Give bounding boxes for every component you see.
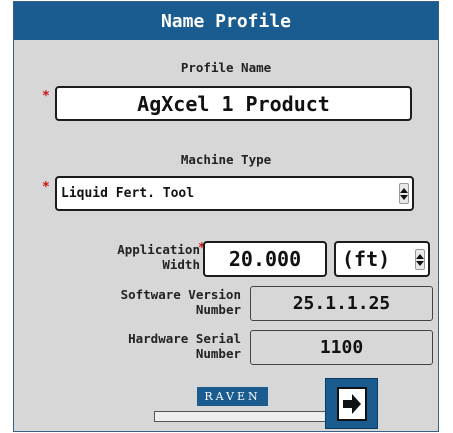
software-version-label-line1: Software Version [120,287,241,302]
software-version-label-line2: Number [195,302,241,317]
width-unit-spinner-icon[interactable] [415,249,425,270]
application-width-label: Application Width [54,242,200,272]
required-marker: * [42,89,50,104]
width-unit-select[interactable]: (ft) [334,241,430,277]
next-page-icon [336,386,367,421]
machine-type-value: Liquid Fert. Tool [61,186,195,201]
name-profile-dialog: Name Profile Profile Name * AgXcel 1 Pro… [13,1,439,432]
profile-name-label: Profile Name [180,60,272,75]
software-version-label: Software Version Number [54,287,241,317]
application-width-input[interactable]: 20.000 [203,241,327,277]
hardware-serial-label-line1: Hardware Serial [128,331,241,346]
raven-logo: RAVEN [197,387,268,406]
next-button[interactable] [325,378,378,429]
machine-type-spinner-icon[interactable] [399,183,409,204]
software-version-value: 25.1.1.25 [250,286,433,321]
hardware-serial-label: Hardware Serial Number [54,331,241,361]
profile-name-input[interactable]: AgXcel 1 Product [55,86,412,121]
machine-type-label: Machine Type [180,152,272,167]
dialog-title: Name Profile [14,2,438,40]
progress-bar [154,411,328,422]
required-marker: * [42,180,50,195]
width-unit-value: (ft) [342,247,391,271]
hardware-serial-label-line2: Number [195,346,241,361]
machine-type-select[interactable]: Liquid Fert. Tool [55,176,414,211]
hardware-serial-value: 1100 [250,330,433,365]
application-width-label-line1: Application [117,242,200,257]
application-width-label-line2: Width [162,257,200,272]
